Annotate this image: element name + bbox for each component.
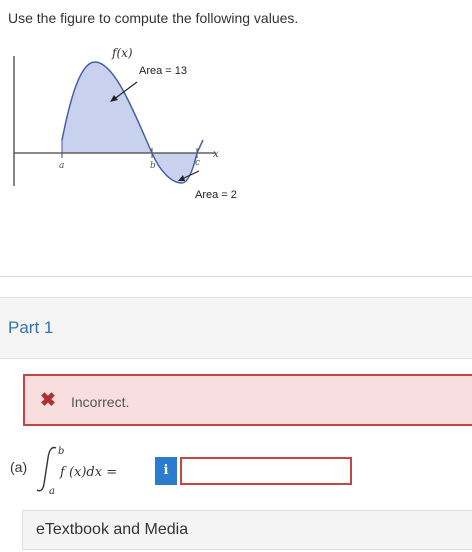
- answer-input[interactable]: [180, 457, 352, 485]
- area2-label: Area = 2: [195, 189, 237, 201]
- tick-label-c: c: [195, 158, 200, 168]
- tick-label-a: a: [59, 161, 64, 171]
- section-divider: [0, 276, 472, 277]
- feedback-banner: ✖ Incorrect.: [23, 374, 472, 426]
- x-axis-label: x: [213, 149, 219, 160]
- x-icon: ✖: [40, 390, 56, 411]
- question-prompt: Use the figure to compute the following …: [8, 10, 299, 26]
- part-title: Part 1: [8, 318, 54, 337]
- feedback-message: Incorrect.: [71, 394, 130, 410]
- function-graph: f(x) Area = 13 Area = 2 x a b c: [13, 46, 237, 201]
- info-button[interactable]: i: [155, 457, 177, 485]
- area1-label: Area = 13: [139, 65, 187, 77]
- function-label: f(x): [111, 46, 133, 60]
- lower-limit: a: [49, 486, 55, 497]
- upper-limit: b: [58, 446, 64, 457]
- question-row: (a) b a f (x)dx = i: [10, 444, 470, 500]
- etextbook-label: eTextbook and Media: [36, 521, 189, 538]
- integrand: f (x)dx =: [59, 465, 117, 480]
- tick-label-b: b: [150, 161, 156, 171]
- part-header: Part 1: [0, 297, 472, 359]
- integral-sign-icon: [36, 446, 57, 492]
- integral-expression: b a f (x)dx =: [36, 446, 117, 497]
- area-region-negative: [152, 153, 197, 183]
- question-label: (a): [10, 459, 28, 475]
- etextbook-media-button[interactable]: eTextbook and Media: [22, 510, 472, 550]
